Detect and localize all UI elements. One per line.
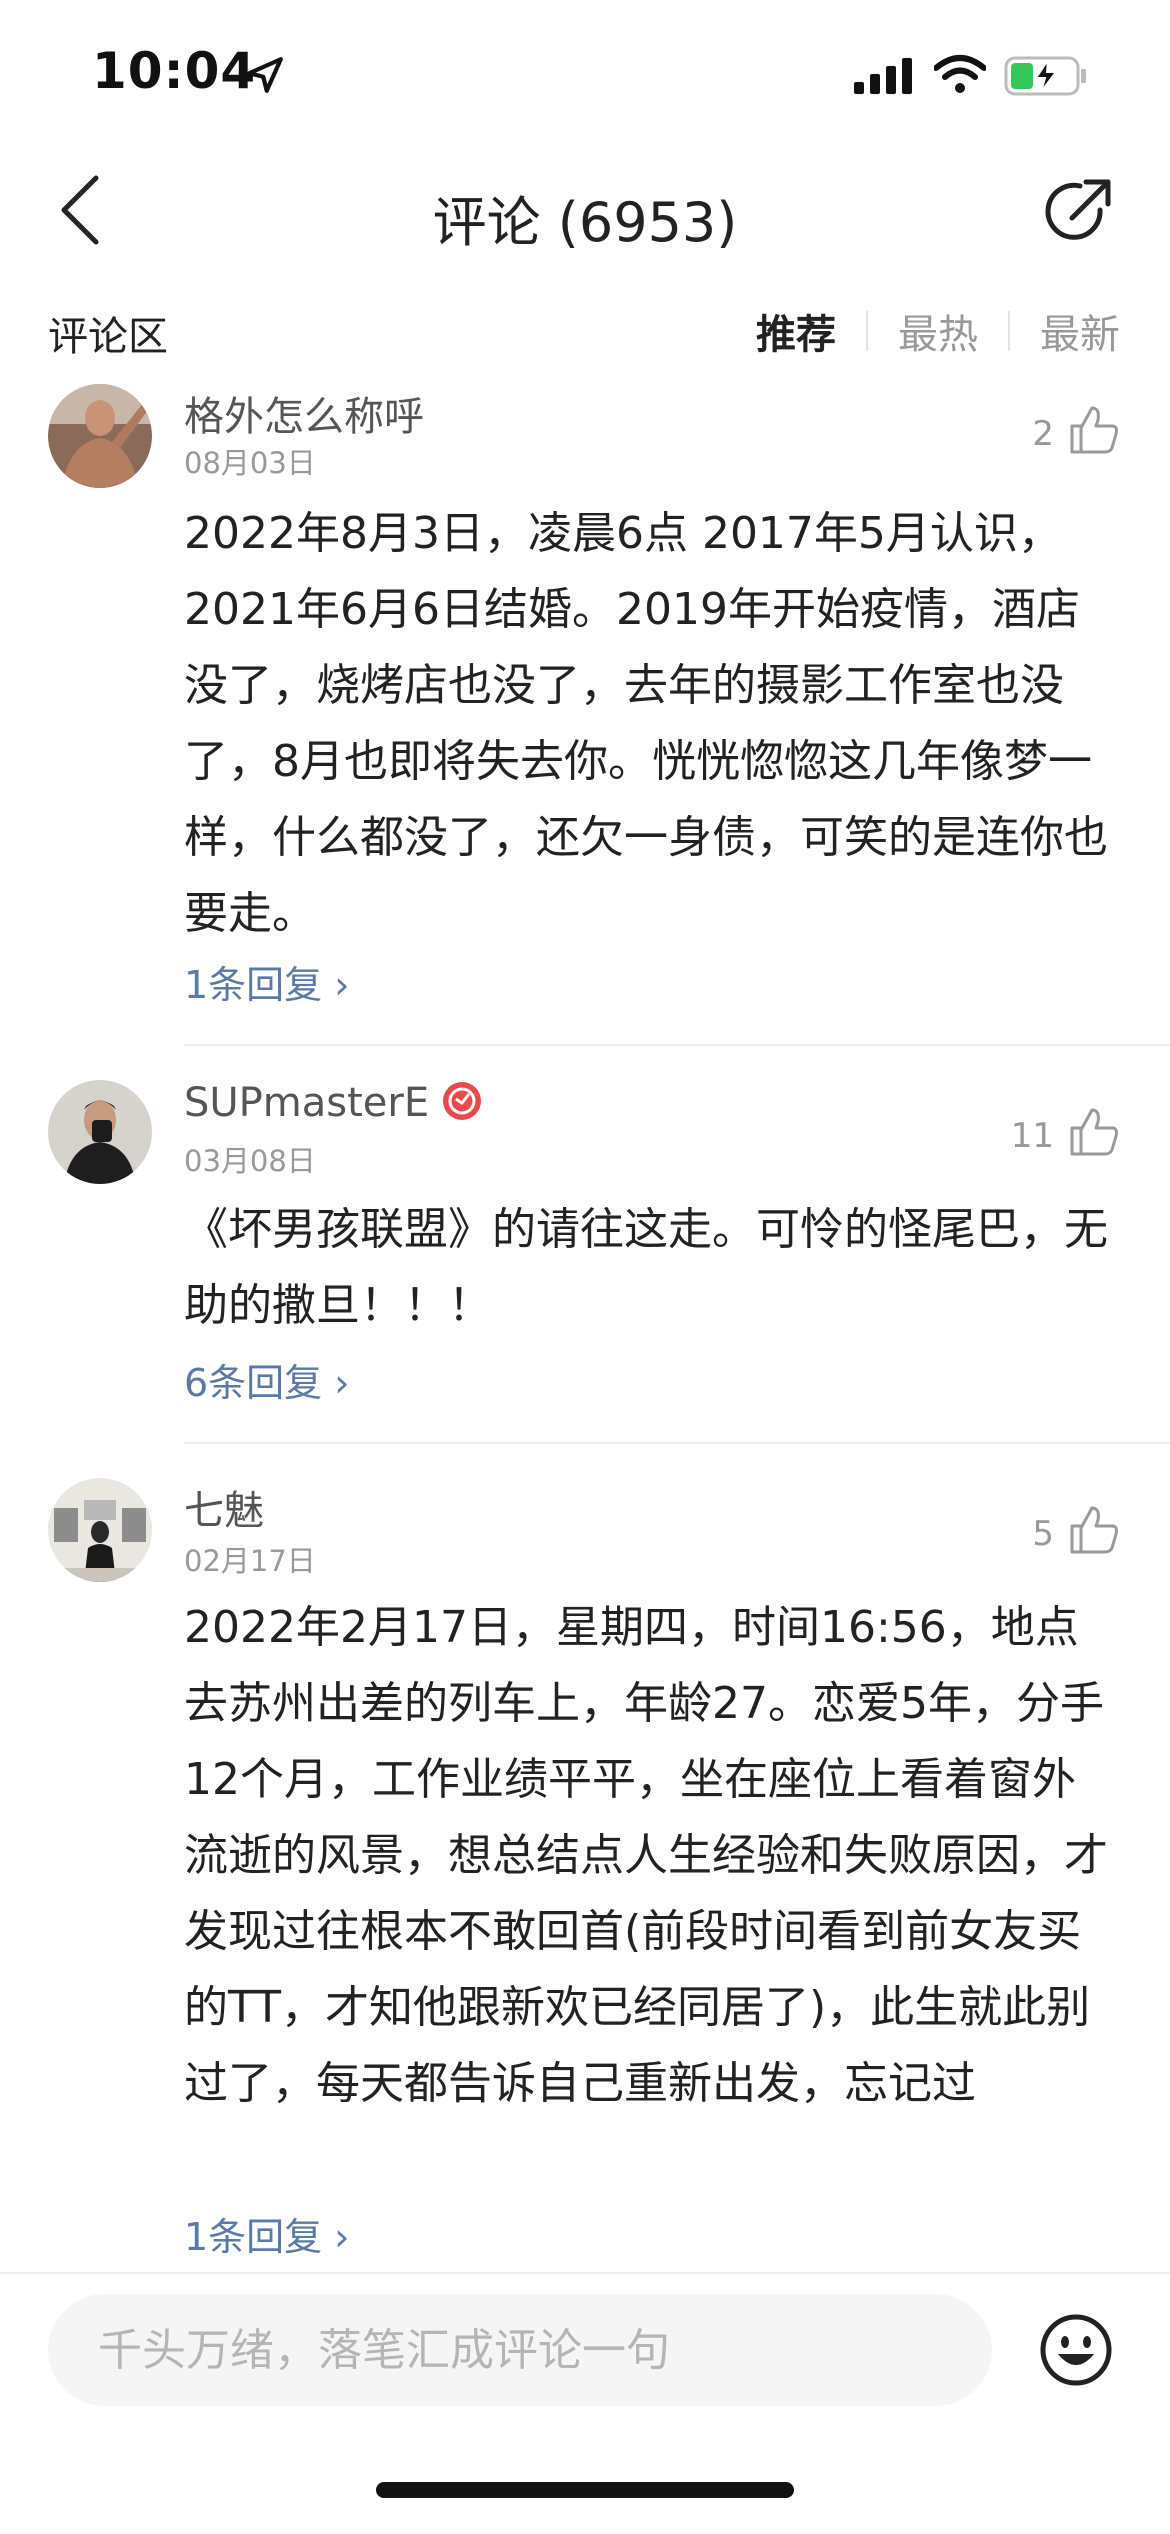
tab-hottest[interactable]: 最热 <box>868 302 1008 360</box>
page-title: 评论 (6953) <box>432 191 738 254</box>
comment-body: 2022年8月3日，凌晨6点 2017年5月认识，2021年6月6日结婚。201… <box>184 508 1108 939</box>
comment-date: 02月17日 <box>184 1544 316 1578</box>
emoji-icon[interactable] <box>1038 2312 1114 2388</box>
like-count: 11 <box>1010 1116 1054 1156</box>
username-text: SUPmasterE <box>184 1080 430 1126</box>
username[interactable]: 七魅 <box>184 1478 264 1536</box>
sort-tabs: 推荐 最热 最新 <box>756 302 1120 360</box>
section-title: 评论区 <box>48 314 168 360</box>
comment-body: 《坏男孩联盟》的请往这走。可怜的怪尾巴，无助的撒旦！！！ <box>184 1204 1108 1331</box>
tab-recommended[interactable]: 推荐 <box>756 302 866 360</box>
status-time: 10:04 <box>92 42 257 100</box>
view-replies-link[interactable]: 1条回复 › <box>184 954 349 1009</box>
divider <box>184 1044 1170 1046</box>
comment-body: 2022年2月17日，星期四，时间16:56，地点去苏州出差的列车上，年龄27。… <box>184 1602 1108 2109</box>
view-replies-link[interactable]: 6条回复 › <box>184 1352 349 1407</box>
nav-bar: 评论 (6953) <box>0 150 1170 270</box>
avatar[interactable] <box>48 384 152 488</box>
home-indicator <box>376 2482 794 2498</box>
share-icon[interactable] <box>1038 172 1118 252</box>
location-arrow-icon <box>247 57 283 93</box>
comment-date: 03月08日 <box>184 1144 316 1178</box>
view-replies-link[interactable]: 1条回复 › <box>184 2206 349 2261</box>
tab-newest[interactable]: 最新 <box>1010 302 1120 360</box>
comment-item: 七魅 02月17日 5 2022年2月17日，星期四，时间16:56，地点去苏州… <box>0 1478 1170 2261</box>
comment-item: 格外怎么称呼 08月03日 2 2022年8月3日，凌晨6点 2017年5月认识… <box>0 384 1170 1046</box>
username[interactable]: SUPmasterE <box>184 1080 482 1126</box>
battery-charging-icon <box>1004 56 1086 96</box>
thumbs-up-icon[interactable] <box>1068 1504 1120 1556</box>
comment-date: 08月03日 <box>184 446 316 480</box>
verified-badge-icon <box>443 1082 482 1120</box>
wifi-icon <box>934 55 986 93</box>
username[interactable]: 格外怎么称呼 <box>184 384 424 442</box>
cellular-signal-icon <box>854 58 912 94</box>
status-bar: 10:04 <box>0 0 1170 150</box>
like-count: 5 <box>1032 1514 1054 1554</box>
comment-section-header: 评论区 推荐 最热 最新 <box>0 290 1170 370</box>
comment-item: SUPmasterE 03月08日 11 《坏男孩联盟》的请往这走。可怜的怪尾巴… <box>0 1080 1170 1450</box>
avatar[interactable] <box>48 1080 152 1184</box>
thumbs-up-icon[interactable] <box>1068 404 1120 456</box>
avatar[interactable] <box>48 1478 152 1582</box>
like-count: 2 <box>1032 414 1054 454</box>
divider <box>184 1442 1170 1444</box>
thumbs-up-icon[interactable] <box>1068 1106 1120 1158</box>
comment-input[interactable] <box>48 2294 992 2406</box>
